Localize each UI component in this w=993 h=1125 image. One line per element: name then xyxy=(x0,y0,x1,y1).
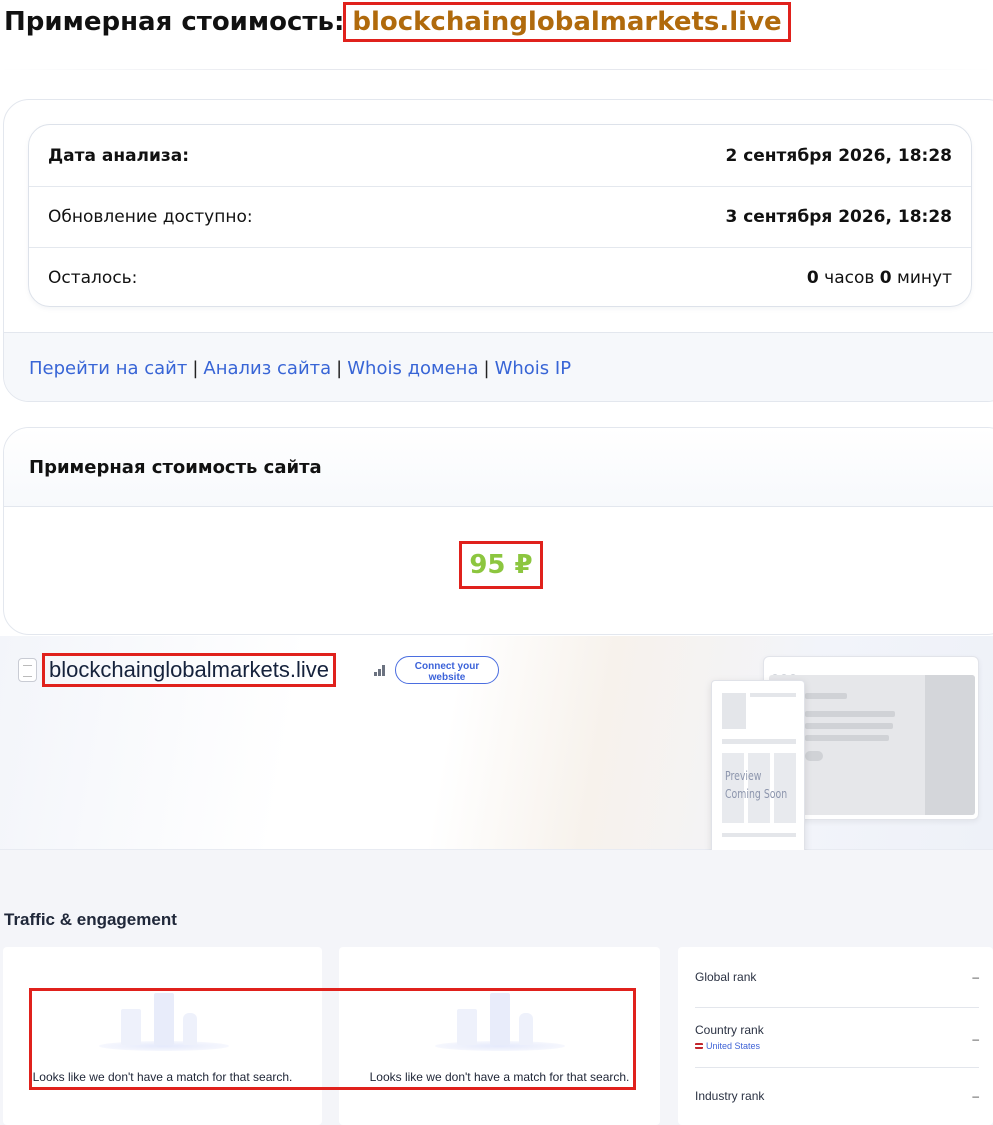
global-rank-label: Global rank xyxy=(695,970,757,984)
site-cost-card: Примерная стоимость сайта 95 ₽ xyxy=(3,427,993,635)
country-name: United States xyxy=(706,1041,761,1051)
link-separator: | xyxy=(192,357,199,379)
country-rank-row: Country rank United States – xyxy=(695,1023,979,1051)
industry-rank-row: Industry rank – xyxy=(695,1089,979,1103)
title-divider xyxy=(0,69,993,70)
us-flag-icon xyxy=(695,1043,703,1049)
traffic-title: Traffic & engagement xyxy=(4,910,177,929)
country-rank-value: – xyxy=(972,1032,979,1046)
update-available-row: Обновление доступно: 3 сентября 2026, 18… xyxy=(29,186,971,247)
update-available-value: 3 сентября 2026, 18:28 xyxy=(725,207,952,227)
industry-rank-value: – xyxy=(972,1089,979,1103)
remaining-hours: 0 xyxy=(806,268,819,288)
remaining-row: Осталось: 0 часов 0 минут xyxy=(29,247,971,308)
remaining-value: 0 часов 0 минут xyxy=(807,268,952,288)
remaining-minutes: 0 xyxy=(879,268,892,288)
country-rank-label: Country rank xyxy=(695,1023,764,1037)
page-title-prefix: Примерная стоимость: xyxy=(4,7,345,37)
connect-website-button[interactable]: Connect your website xyxy=(395,656,499,684)
empty-state-message: Looks like we don't have a match for tha… xyxy=(369,1070,630,1084)
whois-ip-link[interactable]: Whois IP xyxy=(495,358,571,379)
global-rank-row: Global rank – xyxy=(695,970,979,984)
analysis-date-row: Дата анализа: 2 сентября 2026, 18:28 xyxy=(29,125,971,186)
preview-coming-soon: Preview Coming Soon xyxy=(725,767,787,803)
hero-site-name: blockchainglobalmarkets.live xyxy=(41,653,337,687)
remaining-minutes-unit: минут xyxy=(897,268,952,288)
favicon-icon xyxy=(18,658,37,682)
empty-state-illustration-icon xyxy=(435,993,565,1051)
update-available-label: Обновление доступно: xyxy=(48,207,253,227)
preview-line-2: Coming Soon xyxy=(725,787,788,801)
analysis-date-value: 2 сентября 2026, 18:28 xyxy=(725,145,952,166)
site-cost-value: 95 ₽ xyxy=(469,550,533,580)
analysis-date-label: Дата анализа: xyxy=(48,145,190,166)
country-rank-country[interactable]: United States xyxy=(695,1041,979,1051)
link-separator: | xyxy=(483,357,490,379)
page-title: Примерная стоимость: blockchainglobalmar… xyxy=(4,2,791,42)
page-title-domain: blockchainglobalmarkets.live xyxy=(343,2,791,42)
site-analysis-link[interactable]: Анализ сайта xyxy=(203,358,331,379)
remaining-hours-unit: часов xyxy=(824,268,875,288)
preview-mobile-mockup: Preview Coming Soon xyxy=(711,680,805,854)
goto-site-link[interactable]: Перейти на сайт xyxy=(29,358,187,379)
whois-domain-link[interactable]: Whois домена xyxy=(347,358,478,379)
site-overview-hero: blockchainglobalmarkets.live Connect you… xyxy=(0,636,993,854)
preview-line-1: Preview xyxy=(725,769,762,783)
industry-rank-label: Industry rank xyxy=(695,1089,765,1103)
empty-state-message: Looks like we don't have a match for tha… xyxy=(32,1070,293,1084)
remaining-label: Осталось: xyxy=(48,268,138,288)
link-separator: | xyxy=(336,357,343,379)
global-rank-value: – xyxy=(972,970,979,984)
rank-bars-icon xyxy=(374,664,388,676)
site-cost-value-box: 95 ₽ xyxy=(459,541,543,589)
traffic-card-visits: Looks like we don't have a match for tha… xyxy=(3,947,322,1125)
traffic-card-engagement: Looks like we don't have a match for tha… xyxy=(339,947,660,1125)
empty-state-illustration-icon xyxy=(99,993,229,1051)
analysis-info-table: Дата анализа: 2 сентября 2026, 18:28 Обн… xyxy=(28,124,972,307)
site-links-bar: Перейти на сайт | Анализ сайта | Whois д… xyxy=(4,332,993,401)
site-cost-heading: Примерная стоимость сайта xyxy=(4,428,993,507)
analysis-info-card: Дата анализа: 2 сентября 2026, 18:28 Обн… xyxy=(3,99,993,402)
rank-card: Global rank – Country rank United States… xyxy=(678,947,993,1125)
